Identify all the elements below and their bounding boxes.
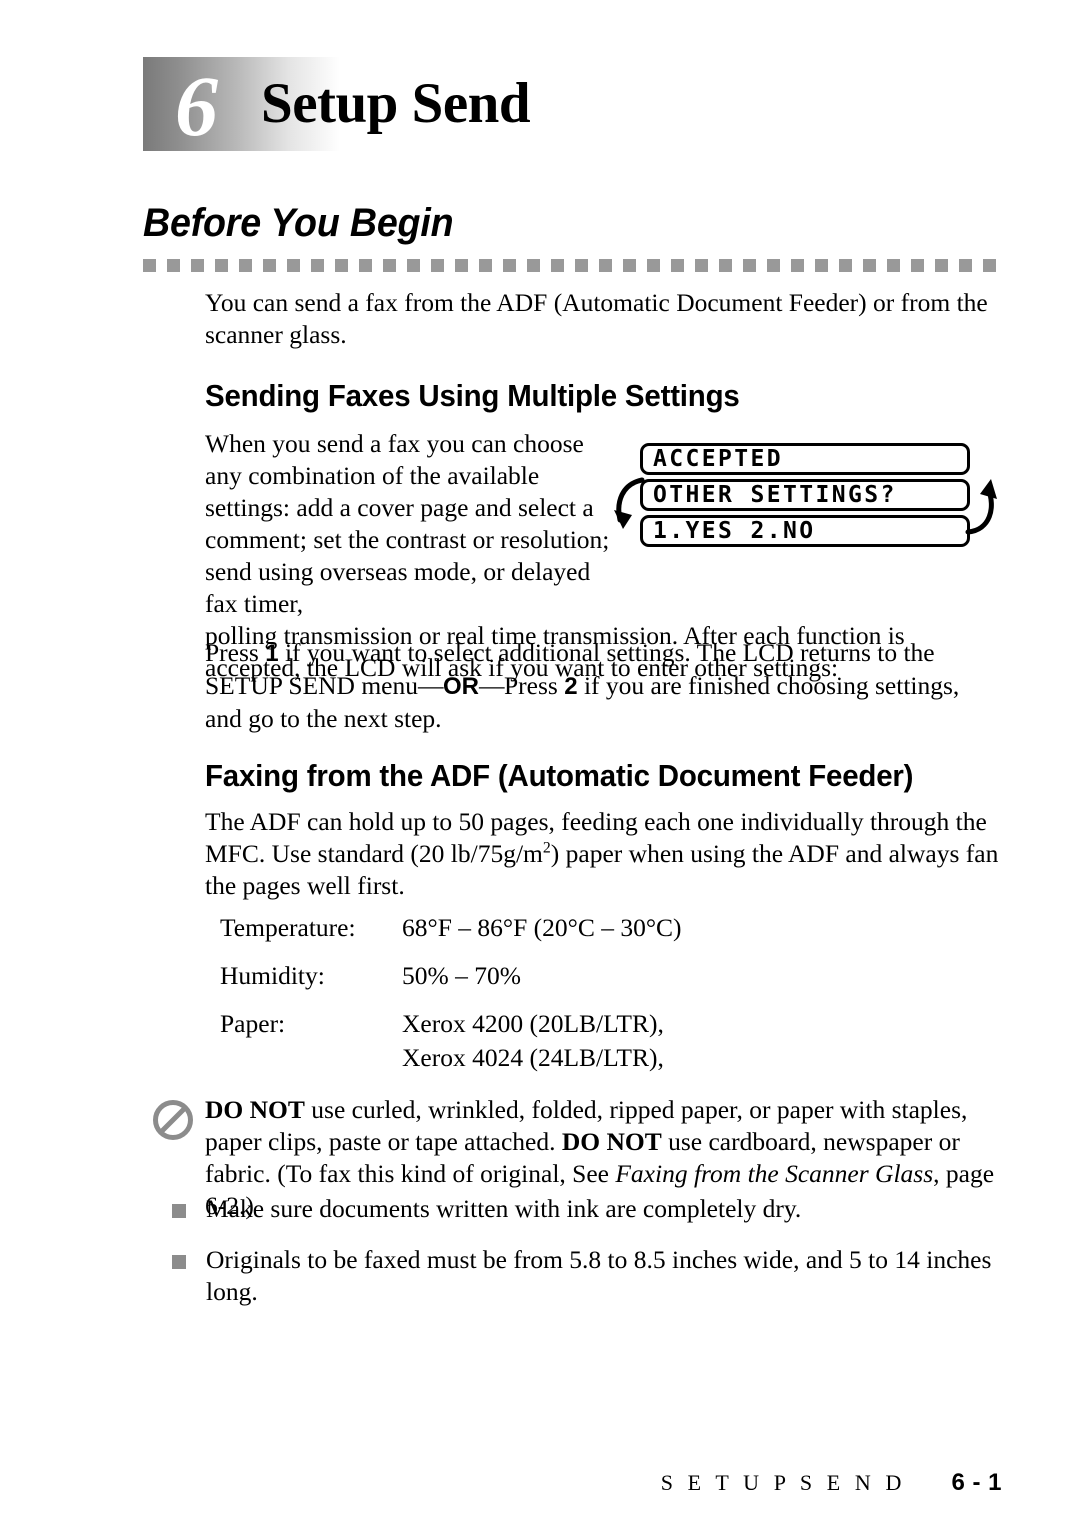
lcd-box-other-settings: OTHER SETTINGS? bbox=[640, 479, 970, 511]
press-prefix: Press bbox=[205, 638, 266, 667]
lcd-box-accepted: ACCEPTED bbox=[640, 443, 970, 475]
spec-label-humidity: Humidity: bbox=[220, 961, 325, 990]
section-divider-rule bbox=[143, 259, 999, 272]
bullet-square-icon bbox=[172, 1204, 186, 1218]
superscript-two: 2 bbox=[542, 839, 551, 857]
bullet-text: Originals to be faxed must be from 5.8 t… bbox=[206, 1245, 992, 1306]
press-middle-2: Press bbox=[503, 671, 565, 700]
chapter-header: 6 Setup Send bbox=[143, 57, 1003, 153]
page-footer: S E T U P S E N D 6 - 1 bbox=[143, 1469, 1002, 1503]
lcd-line-3: 1.YES 2.NO bbox=[653, 518, 816, 544]
specifications-table: Temperature: 68°F – 86°F (20°C – 30°C) H… bbox=[220, 912, 682, 1090]
lcd-line-2: OTHER SETTINGS? bbox=[653, 482, 897, 508]
document-page: 6 Setup Send Before You Begin You can se… bbox=[0, 0, 1080, 1529]
key-1-label: 1 bbox=[265, 640, 279, 667]
table-row: Paper: Xerox 4200 (20LB/LTR), Xerox 4024… bbox=[220, 1008, 682, 1090]
warning-bold-1: DO NOT bbox=[205, 1095, 305, 1124]
subheading-faxing-from-adf: Faxing from the ADF (Automatic Document … bbox=[205, 758, 914, 793]
spec-value-paper-line-1: Xerox 4200 (20LB/LTR), bbox=[402, 1009, 664, 1038]
warning-cross-reference: Faxing from the Scanner Glass bbox=[615, 1159, 934, 1188]
spec-label-temperature: Temperature: bbox=[220, 913, 356, 942]
list-item: Originals to be faxed must be from 5.8 t… bbox=[172, 1244, 1002, 1308]
lcd-line-1: ACCEPTED bbox=[653, 446, 783, 472]
chapter-number: 6 bbox=[175, 58, 218, 154]
press-instructions-paragraph: Press 1 if you want to select additional… bbox=[205, 637, 1000, 735]
spec-value-paper: Xerox 4200 (20LB/LTR), Xerox 4024 (24LB/… bbox=[402, 1008, 682, 1090]
list-item: Make sure documents written with ink are… bbox=[172, 1193, 1002, 1225]
subheading-sending-faxes: Sending Faxes Using Multiple Settings bbox=[205, 378, 740, 413]
key-2-label: 2 bbox=[564, 673, 578, 700]
footer-page-number: 6 - 1 bbox=[951, 1469, 1002, 1496]
lcd-display-group: ACCEPTED OTHER SETTINGS? 1.YES 2.NO bbox=[612, 440, 1007, 550]
bullet-text: Make sure documents written with ink are… bbox=[206, 1194, 802, 1223]
warning-bold-2: DO NOT bbox=[561, 1127, 662, 1156]
lcd-box-yes-no: 1.YES 2.NO bbox=[640, 515, 970, 547]
adf-paragraph: The ADF can hold up to 50 pages, feeding… bbox=[205, 806, 1000, 902]
prohibited-icon bbox=[153, 1100, 193, 1140]
spec-value-temperature: 68°F – 86°F (20°C – 30°C) bbox=[402, 913, 682, 942]
em-dash-after-or: — bbox=[478, 671, 505, 700]
footer-chapter-name: S E T U P S E N D bbox=[660, 1470, 906, 1495]
table-row: Temperature: 68°F – 86°F (20°C – 30°C) bbox=[220, 912, 682, 960]
bullet-list: Make sure documents written with ink are… bbox=[172, 1193, 1002, 1327]
spec-value-humidity: 50% – 70% bbox=[402, 961, 521, 990]
chapter-title: Setup Send bbox=[261, 72, 531, 135]
spec-value-paper-line-2: Xerox 4024 (24LB/LTR), bbox=[402, 1043, 664, 1072]
em-dash-before-or: — bbox=[417, 671, 444, 700]
or-label: OR bbox=[442, 673, 479, 700]
spec-label-paper: Paper: bbox=[220, 1009, 286, 1038]
section-heading: Before You Begin bbox=[143, 201, 454, 245]
table-row: Humidity: 50% – 70% bbox=[220, 960, 682, 1008]
intro-paragraph: You can send a fax from the ADF (Automat… bbox=[205, 288, 988, 349]
paragraph-wrapped-part: When you send a fax you can choose any c… bbox=[205, 429, 610, 618]
bullet-square-icon bbox=[172, 1255, 186, 1269]
